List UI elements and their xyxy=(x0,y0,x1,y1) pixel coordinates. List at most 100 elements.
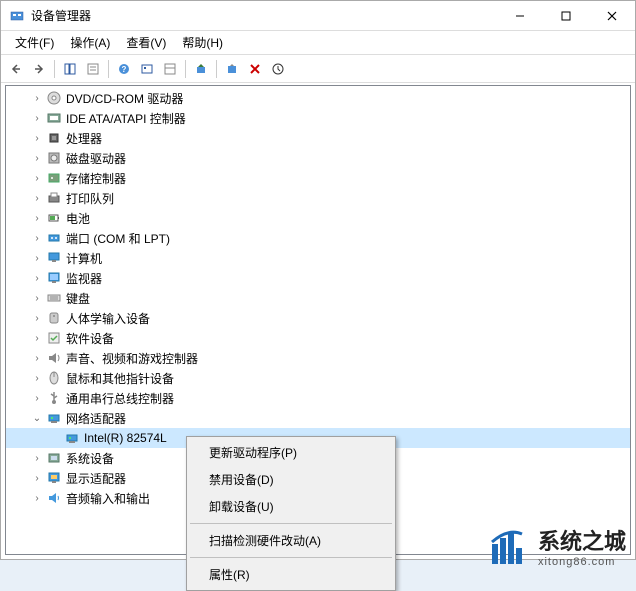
close-button[interactable] xyxy=(589,1,635,31)
display-icon xyxy=(46,470,62,486)
watermark-logo-icon xyxy=(486,524,530,568)
ctx-properties[interactable]: 属性(R) xyxy=(189,561,393,588)
cpu-icon xyxy=(46,130,62,146)
storage-icon xyxy=(46,170,62,186)
keyboard-icon xyxy=(46,290,62,306)
tree-item[interactable]: › DVD/CD-ROM 驱动器 xyxy=(6,88,630,108)
expand-icon[interactable]: › xyxy=(30,451,44,465)
menubar: 文件(F) 操作(A) 查看(V) 帮助(H) xyxy=(1,31,635,55)
ctx-update-driver[interactable]: 更新驱动程序(P) xyxy=(189,439,393,466)
tree-item[interactable]: › 端口 (COM 和 LPT) xyxy=(6,228,630,248)
tree-item[interactable]: ›监视器 xyxy=(6,268,630,288)
menu-file[interactable]: 文件(F) xyxy=(7,32,62,53)
expand-icon[interactable]: › xyxy=(30,191,44,205)
tree-item-label: Intel(R) 82574L xyxy=(84,431,167,445)
tree-item[interactable]: ›处理器 xyxy=(6,128,630,148)
dvd-icon xyxy=(46,90,62,106)
expand-icon[interactable]: › xyxy=(30,251,44,265)
sound-icon xyxy=(46,350,62,366)
expand-icon[interactable]: › xyxy=(30,151,44,165)
expand-icon[interactable]: › xyxy=(30,291,44,305)
titlebar: 设备管理器 xyxy=(1,1,635,31)
disk-icon xyxy=(46,150,62,166)
window-title: 设备管理器 xyxy=(31,7,497,24)
battery-icon xyxy=(46,210,62,226)
tree-item[interactable]: ›通用串行总线控制器 xyxy=(6,388,630,408)
uninstall-button[interactable] xyxy=(244,58,266,80)
tree-item[interactable]: › 打印队列 xyxy=(6,188,630,208)
ctx-uninstall-device[interactable]: 卸载设备(U) xyxy=(189,493,393,520)
tree-item-label: 打印队列 xyxy=(66,190,114,207)
properties-button[interactable] xyxy=(82,58,104,80)
back-button[interactable] xyxy=(5,58,27,80)
ctx-scan-hardware[interactable]: 扫描检测硬件改动(A) xyxy=(189,527,393,554)
maximize-button[interactable] xyxy=(543,1,589,31)
expand-icon[interactable]: › xyxy=(30,331,44,345)
context-menu: 更新驱动程序(P) 禁用设备(D) 卸载设备(U) 扫描检测硬件改动(A) 属性… xyxy=(186,436,396,591)
menu-help[interactable]: 帮助(H) xyxy=(174,32,231,53)
menu-action[interactable]: 操作(A) xyxy=(62,32,118,53)
window-controls xyxy=(497,1,635,31)
expand-icon[interactable]: › xyxy=(30,131,44,145)
svg-text:?: ? xyxy=(122,65,127,74)
network-adapter-icon xyxy=(64,430,80,446)
expand-icon[interactable]: › xyxy=(30,491,44,505)
help-button[interactable]: ? xyxy=(113,58,135,80)
watermark-url: xitong86.com xyxy=(538,556,626,568)
minimize-button[interactable] xyxy=(497,1,543,31)
tree-item[interactable]: › 键盘 xyxy=(6,288,630,308)
expand-icon[interactable]: › xyxy=(30,391,44,405)
tree-item[interactable]: ›电池 xyxy=(6,208,630,228)
menu-view[interactable]: 查看(V) xyxy=(118,32,174,53)
expand-icon[interactable]: › xyxy=(30,171,44,185)
network-icon xyxy=(46,410,62,426)
tree-item[interactable]: ⌄网络适配器 xyxy=(6,408,630,428)
tree-item-label: 声音、视频和游戏控制器 xyxy=(66,350,198,367)
collapse-icon[interactable]: ⌄ xyxy=(30,411,44,425)
expand-icon[interactable]: › xyxy=(30,231,44,245)
enable-device-button[interactable] xyxy=(221,58,243,80)
mouse-icon xyxy=(46,370,62,386)
watermark: 系统之城 xitong86.com xyxy=(486,524,626,568)
tree-item[interactable]: › 声音、视频和游戏控制器 xyxy=(6,348,630,368)
port-icon xyxy=(46,230,62,246)
expand-icon[interactable]: › xyxy=(30,311,44,325)
expand-icon[interactable]: › xyxy=(30,111,44,125)
expand-icon[interactable]: › xyxy=(30,371,44,385)
update-driver-button[interactable] xyxy=(190,58,212,80)
scan-hardware-button[interactable] xyxy=(267,58,289,80)
tree-item-label: 键盘 xyxy=(66,290,90,307)
ctx-disable-device[interactable]: 禁用设备(D) xyxy=(189,466,393,493)
expand-icon[interactable]: › xyxy=(30,351,44,365)
usb-icon xyxy=(46,390,62,406)
expand-icon[interactable]: › xyxy=(30,271,44,285)
tree-item[interactable]: ›IDE ATA/ATAPI 控制器 xyxy=(6,108,630,128)
tree-item[interactable]: ›软件设备 xyxy=(6,328,630,348)
toolbar-separator xyxy=(108,60,109,78)
toolbar-separator xyxy=(216,60,217,78)
tree-item[interactable]: ›磁盘驱动器 xyxy=(6,148,630,168)
tree-item-label: 显示适配器 xyxy=(66,470,126,487)
ide-icon xyxy=(46,110,62,126)
ctx-separator xyxy=(190,557,392,558)
action-button[interactable] xyxy=(136,58,158,80)
tree-item[interactable]: ›存储控制器 xyxy=(6,168,630,188)
app-icon xyxy=(9,8,25,24)
tree-item[interactable]: ›计算机 xyxy=(6,248,630,268)
show-hide-tree-button[interactable] xyxy=(59,58,81,80)
tree-item-label: 端口 (COM 和 LPT) xyxy=(66,230,170,247)
watermark-text: 系统之城 xitong86.com xyxy=(538,524,626,568)
tree-item-label: DVD/CD-ROM 驱动器 xyxy=(66,90,183,107)
expand-icon[interactable]: › xyxy=(30,91,44,105)
monitor-icon xyxy=(46,270,62,286)
view-button[interactable] xyxy=(159,58,181,80)
forward-button[interactable] xyxy=(28,58,50,80)
tree-item-label: 系统设备 xyxy=(66,450,114,467)
expand-icon[interactable]: › xyxy=(30,211,44,225)
tree-item[interactable]: ›鼠标和其他指针设备 xyxy=(6,368,630,388)
tree-item[interactable]: ›人体学输入设备 xyxy=(6,308,630,328)
toolbar: ? xyxy=(1,55,635,83)
expand-icon[interactable]: › xyxy=(30,471,44,485)
watermark-title: 系统之城 xyxy=(538,524,626,556)
audio-icon xyxy=(46,490,62,506)
